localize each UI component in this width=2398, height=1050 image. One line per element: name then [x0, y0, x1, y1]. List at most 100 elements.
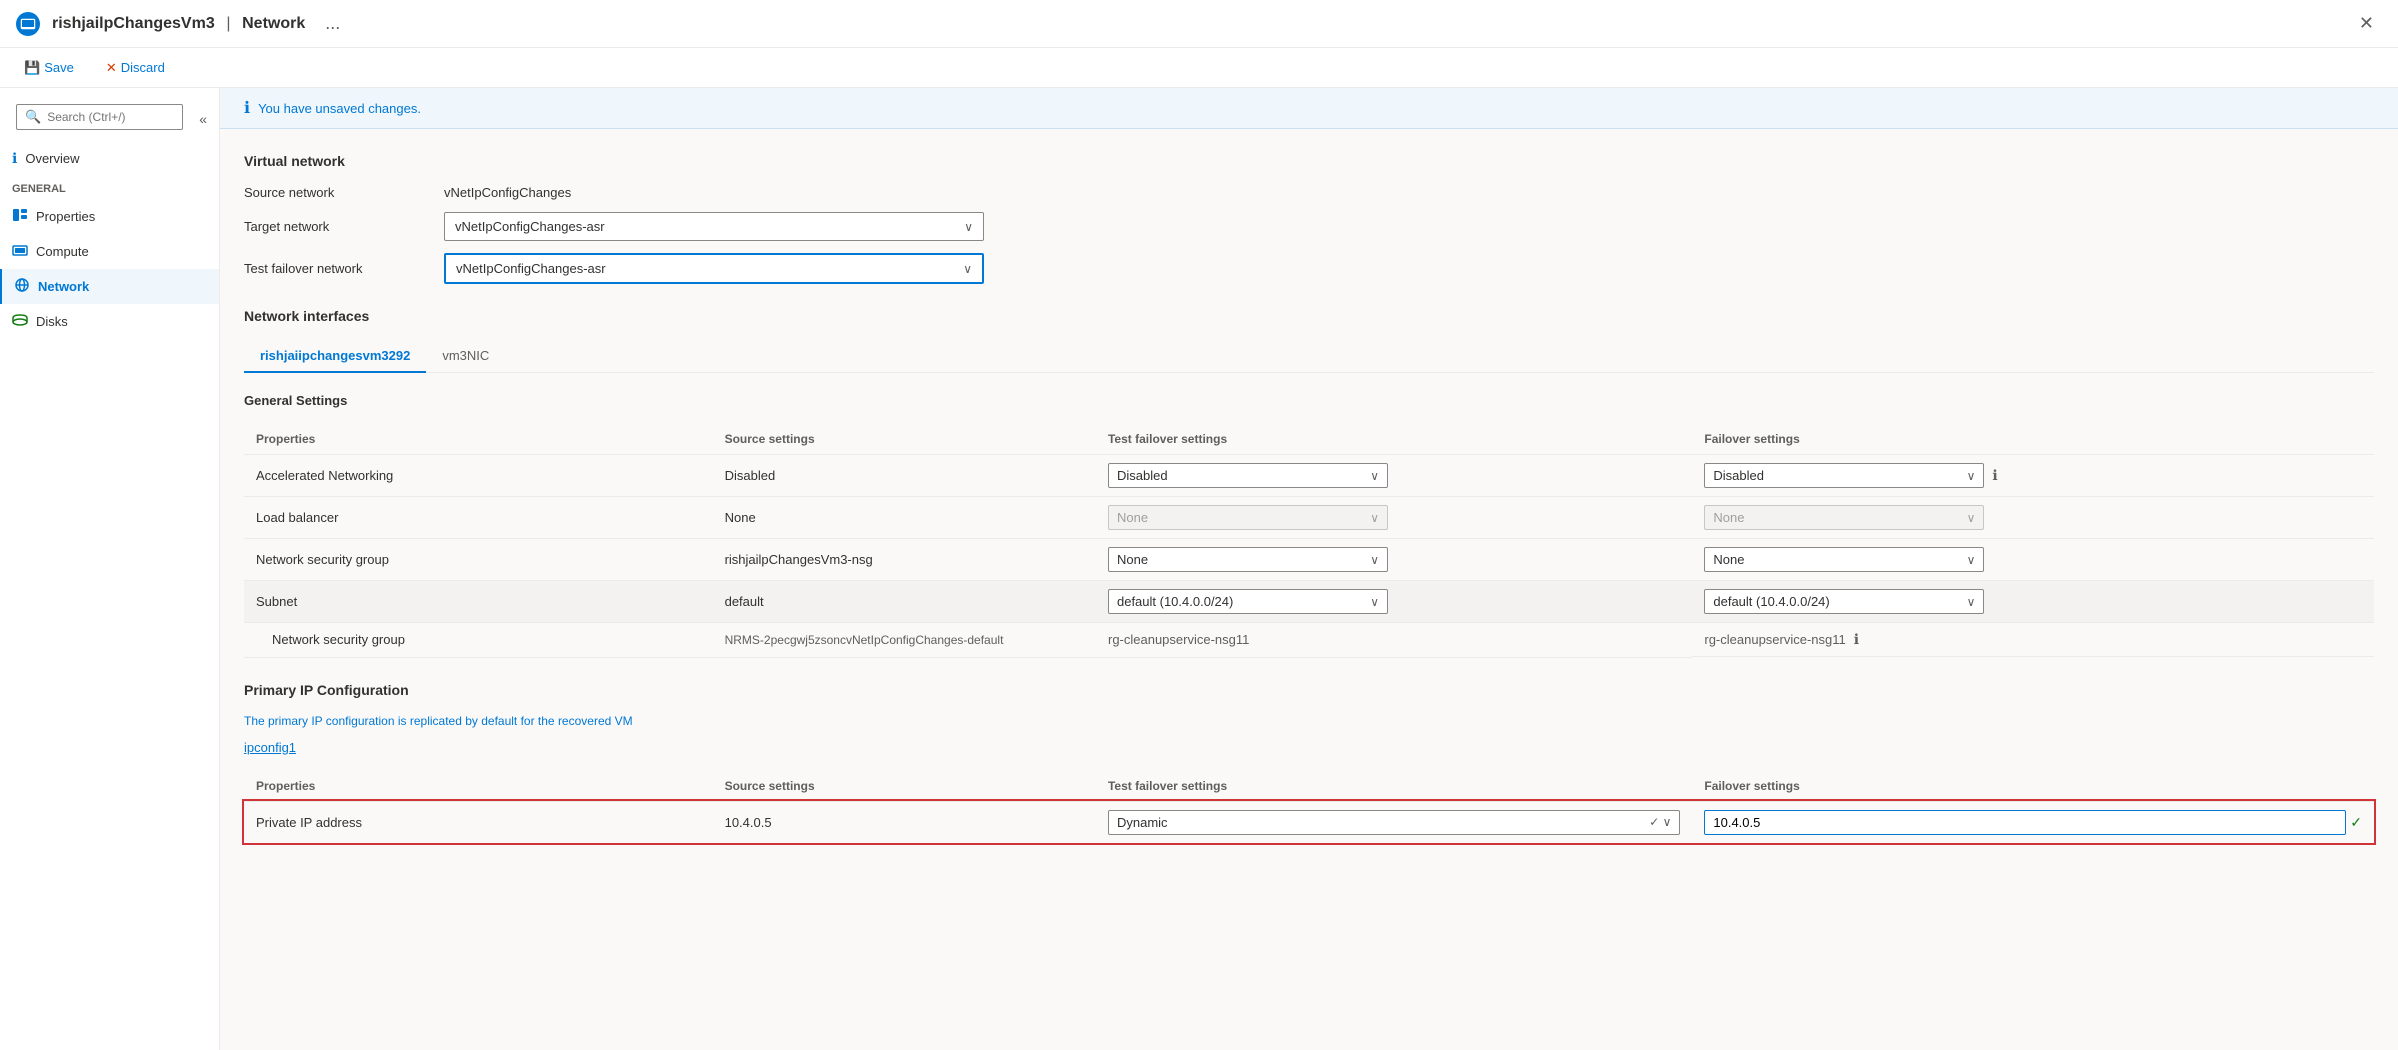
test-failover-ip-dropdown[interactable]: Dynamic ✓ ∨ — [1108, 810, 1680, 835]
tab-nic2[interactable]: vm3NIC — [426, 340, 505, 373]
dropdown-chevron: ∨ — [1967, 553, 1976, 567]
th-ip-test-failover: Test failover settings — [1096, 771, 1692, 802]
failover-lb-dropdown[interactable]: None ∨ — [1704, 505, 1984, 530]
toolbar: 💾 Save ✕ Discard — [0, 48, 2398, 88]
vm-icon — [16, 12, 40, 36]
table-row: Subnet default default (10.4.0.0/24) ∨ — [244, 581, 2374, 623]
source-network-value: vNetIpConfigChanges — [444, 185, 571, 200]
target-network-dropdown-value: vNetIpConfigChanges-asr — [455, 219, 605, 234]
dropdown-value: None — [1117, 552, 1148, 567]
primary-ip-section: Primary IP Configuration The primary IP … — [244, 682, 2374, 844]
test-failover-subnet-dropdown[interactable]: default (10.4.0.0/24) ∨ — [1108, 589, 1388, 614]
virtual-network-section: Virtual network Source network vNetIpCon… — [244, 153, 2374, 284]
top-bar-left: rishjailpChangesVm3 | Network ... — [16, 9, 348, 38]
content-area: Virtual network Source network vNetIpCon… — [220, 129, 2398, 868]
dropdown-chevron: ∨ — [1370, 511, 1379, 525]
dropdown-value: None — [1117, 510, 1148, 525]
target-network-label: Target network — [244, 219, 444, 234]
dropdown-chevron: ∨ — [1967, 595, 1976, 609]
general-settings-title: General Settings — [244, 393, 2374, 408]
search-icon: 🔍 — [25, 109, 41, 125]
th-failover: Failover settings — [1692, 424, 2374, 455]
row-property: Load balancer — [244, 497, 713, 539]
vm-name: rishjailpChangesVm3 — [52, 15, 215, 32]
sidebar-item-properties[interactable]: Properties — [0, 199, 219, 234]
main-content: ℹ You have unsaved changes. Virtual netw… — [220, 88, 2398, 1050]
discard-button[interactable]: ✕ Discard — [98, 56, 173, 80]
save-button[interactable]: 💾 Save — [16, 56, 82, 80]
test-failover-accel-dropdown[interactable]: Disabled ∨ — [1108, 463, 1388, 488]
top-bar-right: ✕ — [2351, 9, 2382, 38]
network-icon — [14, 277, 30, 296]
info-icon: ℹ — [1854, 631, 1859, 648]
test-failover-chevron: ∨ — [963, 262, 972, 276]
test-failover-dropdown[interactable]: vNetIpConfigChanges-asr ∨ — [444, 253, 984, 284]
banner-info-icon: ℹ — [244, 98, 250, 118]
dropdown-chevron: ∨ — [1370, 469, 1379, 483]
th-test-failover: Test failover settings — [1096, 424, 1692, 455]
network-interfaces-title: Network interfaces — [244, 308, 2374, 324]
dropdown-chevron: ∨ — [1370, 553, 1379, 567]
table-row: Load balancer None None ∨ None — [244, 497, 2374, 539]
tab-nic1[interactable]: rishjaiipchangesvm3292 — [244, 340, 426, 373]
search-input[interactable] — [47, 110, 174, 124]
discard-label: Discard — [121, 60, 165, 75]
test-failover-label: Test failover network — [244, 261, 444, 276]
table-row: Network security group NRMS-2pecgwj5zson… — [244, 623, 2374, 658]
failover-nsg-dropdown[interactable]: None ∨ — [1704, 547, 1984, 572]
dropdown-value: Disabled — [1713, 468, 1764, 483]
row-property: Accelerated Networking — [244, 455, 713, 497]
banner-text: You have unsaved changes. — [258, 101, 421, 116]
failover-subnet-dropdown[interactable]: default (10.4.0.0/24) ∨ — [1704, 589, 1984, 614]
virtual-network-title: Virtual network — [244, 153, 2374, 169]
checkmark-icon: ✓ — [2350, 814, 2362, 831]
separator: | — [226, 15, 230, 32]
target-network-chevron: ∨ — [964, 220, 973, 234]
row-source: default — [713, 581, 1096, 623]
dropdown-value: Dynamic — [1117, 815, 1168, 830]
row-source: NRMS-2pecgwj5zsoncvNetIpConfigChanges-de… — [713, 623, 1096, 658]
dropdown-value: default (10.4.0.0/24) — [1713, 594, 1829, 609]
source-network-row: Source network vNetIpConfigChanges — [244, 185, 2374, 200]
target-network-dropdown[interactable]: vNetIpConfigChanges-asr ∨ — [444, 212, 984, 241]
row-property: Network security group — [244, 539, 713, 581]
sidebar-item-label: Compute — [36, 244, 89, 259]
close-button[interactable]: ✕ — [2351, 9, 2382, 38]
sidebar-section-general: General — [0, 175, 219, 199]
sidebar-item-network[interactable]: Network — [0, 269, 219, 304]
row-property: Network security group — [244, 623, 713, 658]
table-row: Accelerated Networking Disabled Disabled… — [244, 455, 2374, 497]
test-failover-value: vNetIpConfigChanges-asr — [456, 261, 606, 276]
th-ip-failover: Failover settings — [1692, 771, 2374, 802]
properties-icon — [12, 207, 28, 226]
sidebar-item-label: Properties — [36, 209, 95, 224]
dropdown-value: Disabled — [1117, 468, 1168, 483]
test-failover-lb-dropdown[interactable]: None ∨ — [1108, 505, 1388, 530]
row-test-value: rg-cleanupservice-nsg11 — [1096, 623, 1692, 658]
dropdown-chevron: ✓ ∨ — [1649, 815, 1671, 829]
sidebar-item-compute[interactable]: Compute — [0, 234, 219, 269]
th-ip-properties: Properties — [244, 771, 713, 802]
row-source: Disabled — [713, 455, 1096, 497]
collapse-button[interactable]: « — [195, 109, 211, 129]
row-property: Subnet — [244, 581, 713, 623]
dropdown-chevron: ∨ — [1967, 511, 1976, 525]
table-row: Network security group rishjailpChangesV… — [244, 539, 2374, 581]
ipconfig-link[interactable]: ipconfig1 — [244, 740, 2374, 755]
ip-row-source: 10.4.0.5 — [713, 801, 1096, 843]
sidebar-item-overview[interactable]: ℹ Overview — [0, 142, 219, 175]
failover-accel-dropdown[interactable]: Disabled ∨ — [1704, 463, 1984, 488]
dropdown-value: None — [1713, 552, 1744, 567]
discard-icon: ✕ — [106, 60, 117, 76]
primary-ip-title: Primary IP Configuration — [244, 682, 2374, 698]
dropdown-chevron: ∨ — [1967, 469, 1976, 483]
test-failover-nsg-dropdown[interactable]: None ∨ — [1108, 547, 1388, 572]
general-settings-table: Properties Source settings Test failover… — [244, 424, 2374, 658]
nic-tabs: rishjaiipchangesvm3292 vm3NIC — [244, 340, 2374, 373]
more-options-button[interactable]: ... — [317, 9, 348, 38]
sidebar-item-disks[interactable]: Disks — [0, 304, 219, 339]
breadcrumb: rishjailpChangesVm3 | Network — [52, 15, 305, 33]
th-ip-source: Source settings — [713, 771, 1096, 802]
dropdown-chevron: ∨ — [1370, 595, 1379, 609]
failover-ip-input[interactable] — [1704, 810, 2346, 835]
